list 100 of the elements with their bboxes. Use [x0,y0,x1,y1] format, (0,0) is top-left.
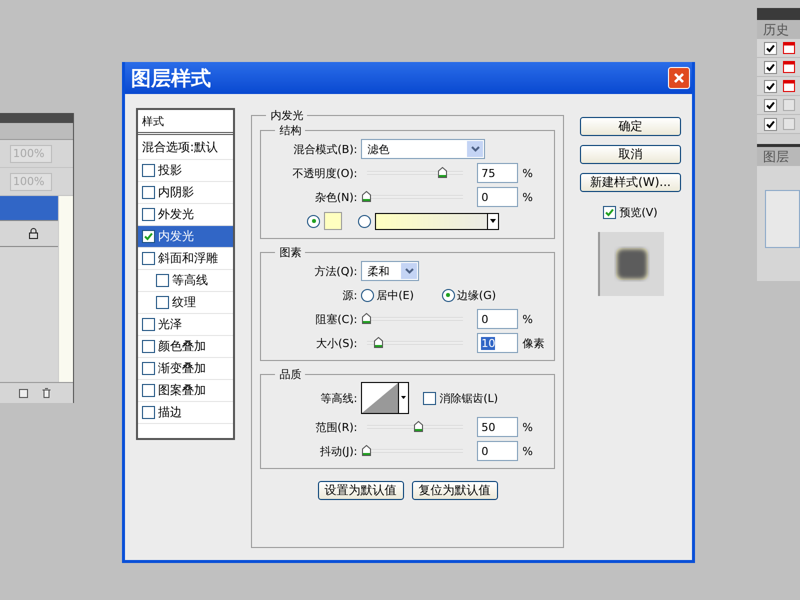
style-label: 斜面和浮雕 [158,250,218,267]
close-button[interactable] [668,67,690,89]
panel-title: 图层 [757,147,800,166]
empty-square-icon [783,118,795,130]
checkbox[interactable] [142,164,155,177]
style-label: 内发光 [158,228,194,245]
group-title: 结构 [278,123,302,138]
checkbox[interactable] [142,318,155,331]
slider-label: 不透明度(O): [291,166,358,180]
slider-thumb[interactable] [414,421,423,432]
slider-label: 杂色(N): [314,190,358,204]
checkbox[interactable] [142,252,155,265]
slider-thumb[interactable] [362,445,372,456]
field-label: 混合模式(B): [292,142,358,156]
checkbox[interactable] [142,186,155,199]
radio-button[interactable] [307,214,320,228]
checkbox[interactable] [764,98,777,112]
checkbox-label: 消除锯齿(L) [439,390,498,406]
technique-dropdown[interactable]: 柔和 [361,261,420,281]
checkbox-label: 预览(V) [619,204,658,220]
group-title: 内发光 [269,108,304,123]
style-label: 渐变叠加 [158,360,206,377]
slider-thumb[interactable] [438,167,448,178]
checkbox[interactable] [142,406,155,419]
unit-label: % [522,420,533,434]
style-list-item[interactable]: 内发光 [138,226,234,248]
value-field[interactable]: 0 [477,441,518,461]
panel-header [757,8,800,20]
gradient-picker[interactable] [375,212,500,230]
value-field[interactable]: 75 [477,163,518,183]
checkbox[interactable] [764,80,777,92]
snapshot-icon [783,42,795,54]
radio-button[interactable] [361,288,374,302]
snapshot-icon [783,80,795,92]
dialog-button[interactable]: 确定 [580,117,681,136]
checkbox[interactable] [603,206,616,218]
checkbox[interactable] [764,118,777,130]
style-label: 等高线 [172,272,208,289]
reset-button[interactable]: 设置为默认值 [318,480,404,500]
contour-picker[interactable] [361,382,410,414]
panel-content [765,190,800,248]
checkbox[interactable] [142,362,155,375]
checkbox[interactable] [142,384,155,397]
unit-label: % [522,190,533,204]
caret-icon[interactable] [490,219,496,223]
value-field[interactable]: 50 [477,417,518,437]
unit-label: 像素 [522,336,544,350]
checkbox[interactable] [142,208,155,221]
reset-button[interactable]: 复位为默认值 [412,480,498,500]
unit-label: % [522,312,533,326]
style-label: 外发光 [158,206,194,223]
slider-label: 抖动(J): [318,444,358,458]
value-field[interactable]: 0 [477,187,518,207]
empty-square-icon [783,99,795,111]
style-label: 描边 [158,404,182,421]
value-field[interactable]: 10 [477,333,518,353]
slider-label: 范围(R): [314,420,358,434]
radio-button[interactable] [358,214,372,228]
radio-label: 边缘(G) [456,288,496,302]
style-label: 纹理 [172,294,196,311]
dialog-button[interactable]: 取消 [580,145,681,164]
lock-icon [29,228,38,239]
checkbox[interactable] [423,392,436,404]
unit-label: % [522,166,533,180]
style-label: 投影 [158,162,182,179]
dialog-button[interactable]: 新建样式(W)... [580,173,681,192]
color-swatch[interactable] [324,212,342,230]
style-label: 颜色叠加 [158,338,206,355]
window-title: 图层样式 [131,64,211,92]
radio-button[interactable] [442,288,455,302]
checkbox[interactable] [142,230,155,243]
field-label: 方法(Q): [313,264,358,278]
slider-thumb[interactable] [362,313,372,324]
new-layer-icon[interactable] [19,388,28,398]
field-label: 源: [342,288,358,302]
group-title: 图素 [278,245,302,260]
field-label: 等高线: [320,390,358,406]
checkbox[interactable] [142,340,155,353]
scrollbar[interactable] [58,196,73,382]
panel-title: 历史 [757,20,800,39]
slider-label: 阻塞(C): [314,312,358,326]
glowing-square-icon [614,246,650,282]
blend-mode-dropdown[interactable]: 滤色 [361,139,486,159]
snapshot-icon [783,61,795,73]
checkbox[interactable] [156,274,169,287]
unit-label: % [522,444,533,458]
style-label: 内阴影 [158,184,194,201]
style-label: 图案叠加 [158,382,206,399]
close-icon[interactable] [673,72,685,84]
checkbox[interactable] [156,296,169,309]
checkbox[interactable] [764,42,777,54]
trash-icon[interactable] [42,388,51,398]
checkbox[interactable] [764,60,777,74]
slider-thumb[interactable] [374,337,383,348]
style-label: 光泽 [158,316,182,333]
slider-label: 大小(S): [315,336,358,350]
group-title: 品质 [278,367,302,382]
slider-thumb[interactable] [362,191,372,202]
radio-label: 居中(E) [376,288,414,302]
value-field[interactable]: 0 [477,309,518,329]
